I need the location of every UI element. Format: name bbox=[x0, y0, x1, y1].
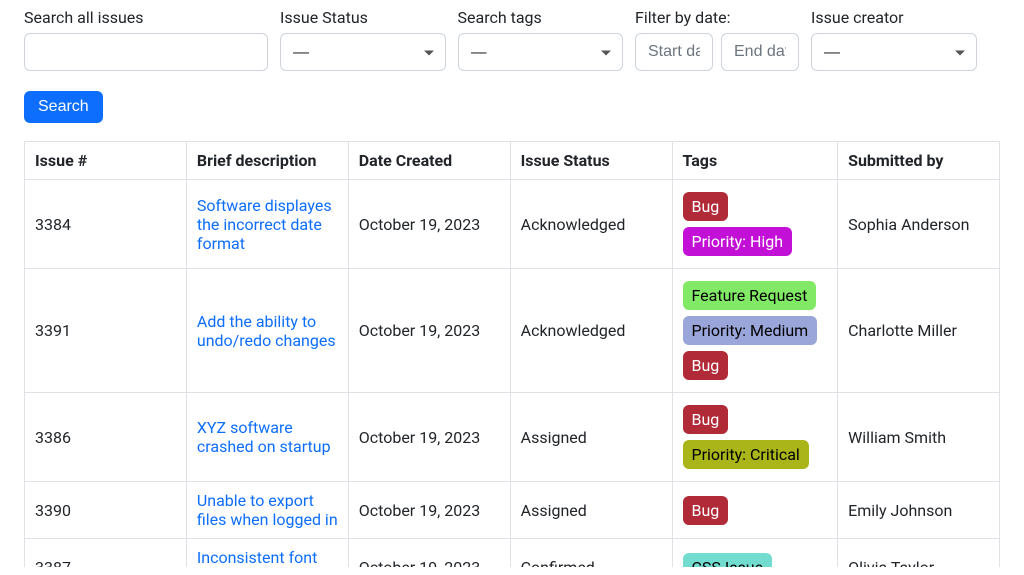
issue-link[interactable]: Add the ability to undo/redo changes bbox=[197, 312, 336, 350]
cell-date: October 19, 2023 bbox=[348, 269, 510, 393]
cell-tags: Bug Priority: Critical bbox=[672, 393, 838, 482]
cell-issue-id: 3384 bbox=[25, 180, 187, 269]
status-select[interactable]: — bbox=[280, 33, 446, 71]
cell-description: Software displayes the incorrect date fo… bbox=[186, 180, 348, 269]
col-header-tags[interactable]: Tags bbox=[672, 142, 838, 180]
issue-link[interactable]: XYZ software crashed on startup bbox=[197, 418, 331, 456]
cell-submitted-by: Sophia Anderson bbox=[838, 180, 1000, 269]
table-row: 3387 Inconsistent font formatting October … bbox=[25, 539, 1000, 568]
cell-issue-id: 3390 bbox=[25, 482, 187, 539]
search-input[interactable] bbox=[24, 33, 268, 71]
status-label: Issue Status bbox=[280, 8, 446, 27]
cell-issue-id: 3387 bbox=[25, 539, 187, 568]
cell-date: October 19, 2023 bbox=[348, 539, 510, 568]
tag-badge[interactable]: Bug bbox=[683, 405, 729, 434]
cell-date: October 19, 2023 bbox=[348, 393, 510, 482]
tag-badge[interactable]: Bug bbox=[683, 192, 729, 221]
issues-table: Issue # Brief description Date Created I… bbox=[24, 141, 1000, 567]
col-header-id[interactable]: Issue # bbox=[25, 142, 187, 180]
end-date-input[interactable] bbox=[721, 33, 799, 71]
cell-issue-id: 3386 bbox=[25, 393, 187, 482]
cell-description: Inconsistent font formatting bbox=[186, 539, 348, 568]
cell-status: Assigned bbox=[510, 393, 672, 482]
start-date-input[interactable] bbox=[635, 33, 713, 71]
issue-link[interactable]: Unable to export files when logged in bbox=[197, 491, 338, 529]
cell-tags: Bug bbox=[672, 482, 838, 539]
date-label: Filter by date: bbox=[635, 8, 799, 27]
tag-badge[interactable]: CSS Issue bbox=[683, 553, 773, 568]
cell-status: Confirmed bbox=[510, 539, 672, 568]
table-row: 3384Software displayes the incorrect dat… bbox=[25, 180, 1000, 269]
tag-badge[interactable]: Priority: Critical bbox=[683, 440, 809, 469]
tag-badge[interactable]: Feature Request bbox=[683, 281, 817, 310]
cell-submitted-by: William Smith bbox=[838, 393, 1000, 482]
col-header-desc[interactable]: Brief description bbox=[186, 142, 348, 180]
issue-link[interactable]: Software displayes the incorrect date fo… bbox=[197, 196, 332, 253]
cell-date: October 19, 2023 bbox=[348, 482, 510, 539]
col-header-status[interactable]: Issue Status bbox=[510, 142, 672, 180]
cell-submitted-by: Olivia Taylor bbox=[838, 539, 1000, 568]
creator-label: Issue creator bbox=[811, 8, 977, 27]
cell-status: Assigned bbox=[510, 482, 672, 539]
cell-description: Add the ability to undo/redo changes bbox=[186, 269, 348, 393]
table-row: 3386 XYZ software crashed on startup Octob… bbox=[25, 393, 1000, 482]
table-row: 3391 Add the ability to undo/redo changes… bbox=[25, 269, 1000, 393]
issue-link[interactable]: Inconsistent font formatting bbox=[197, 548, 317, 567]
cell-tags: Bug Priority: High bbox=[672, 180, 838, 269]
tag-badge[interactable]: Priority: Medium bbox=[683, 316, 818, 345]
creator-select[interactable]: — bbox=[811, 33, 977, 71]
cell-tags: Feature Request Priority: Medium Bug bbox=[672, 269, 838, 393]
cell-issue-id: 3391 bbox=[25, 269, 187, 393]
filter-bar: Search all issues Issue Status — Search … bbox=[24, 8, 1000, 71]
cell-date: October 19, 2023 bbox=[348, 180, 510, 269]
tag-badge[interactable]: Priority: High bbox=[683, 227, 793, 256]
cell-submitted-by: Charlotte Miller bbox=[838, 269, 1000, 393]
tags-label: Search tags bbox=[458, 8, 624, 27]
tag-badge[interactable]: Bug bbox=[683, 496, 729, 525]
cell-status: Acknowledged bbox=[510, 269, 672, 393]
cell-submitted-by: Emily Johnson bbox=[838, 482, 1000, 539]
table-row: 3390 Unable to export files when logged i… bbox=[25, 482, 1000, 539]
cell-description: XYZ software crashed on startup bbox=[186, 393, 348, 482]
tags-select[interactable]: — bbox=[458, 33, 624, 71]
cell-tags: CSS Issue bbox=[672, 539, 838, 568]
cell-description: Unable to export files when logged in bbox=[186, 482, 348, 539]
cell-status: Acknowledged bbox=[510, 180, 672, 269]
col-header-submitted[interactable]: Submitted by bbox=[838, 142, 1000, 180]
search-label: Search all issues bbox=[24, 8, 268, 27]
tag-badge[interactable]: Bug bbox=[683, 351, 729, 380]
col-header-date[interactable]: Date Created bbox=[348, 142, 510, 180]
search-button[interactable]: Search bbox=[24, 91, 103, 123]
